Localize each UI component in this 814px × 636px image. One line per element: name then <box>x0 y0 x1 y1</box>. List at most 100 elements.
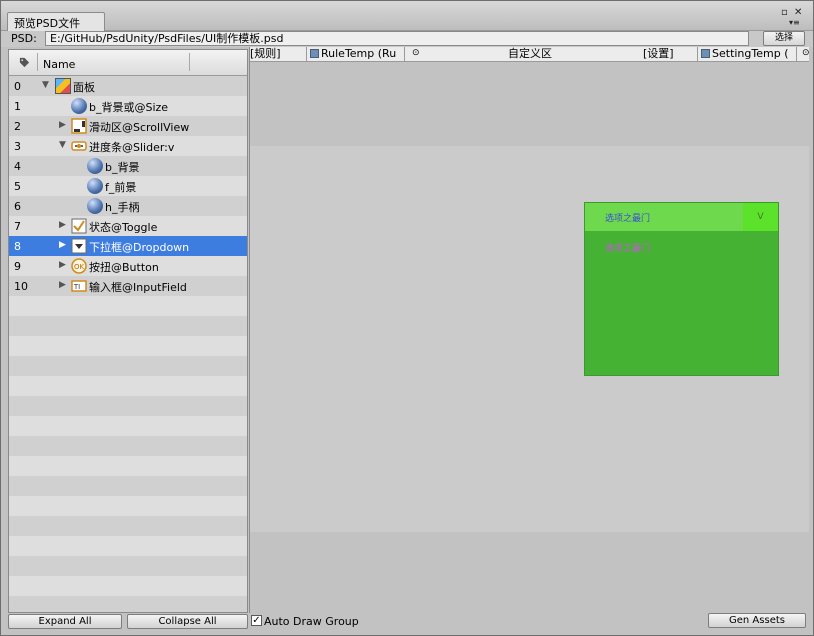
tree-row-label: 状态@Toggle <box>89 221 158 234</box>
expand-arrow-icon[interactable]: ▼ <box>59 140 66 150</box>
toolbar-separator <box>796 47 797 61</box>
close-icon[interactable]: ✕ <box>794 7 802 18</box>
expand-all-button[interactable]: Expand All <box>8 614 122 629</box>
row-index: 0 <box>14 80 21 93</box>
dropdown-caption: 选项之最门 <box>605 214 651 224</box>
tree-row-slider-handle[interactable]: 6 h_手柄 <box>9 196 247 216</box>
empty-row <box>9 496 247 516</box>
setting-template-label: SettingTemp ( <box>712 47 789 60</box>
sphere-icon <box>87 198 103 214</box>
psd-label: PSD: <box>11 32 37 45</box>
row-index: 10 <box>14 280 28 293</box>
row-index: 3 <box>14 140 21 153</box>
tree-row-inputfield[interactable]: 10 ▶ TI 输入框@InputField <box>9 276 247 296</box>
tree-row-slider[interactable]: 3 ▼ 进度条@Slider:v <box>9 136 247 156</box>
tree-row-panel[interactable]: 0 ▼ 面板 <box>9 76 247 96</box>
tree-row-toggle[interactable]: 7 ▶ 状态@Toggle <box>9 216 247 236</box>
cube-icon <box>55 78 71 94</box>
empty-row <box>9 396 247 416</box>
empty-row <box>9 436 247 456</box>
settings-label: [设置] <box>643 47 674 60</box>
sphere-icon <box>87 178 103 194</box>
empty-row <box>9 316 247 336</box>
checkbox-icon <box>71 218 87 234</box>
row-index: 8 <box>14 240 21 253</box>
tree-row-dropdown[interactable]: 8 ▶ 下拉框@Dropdown <box>9 236 247 256</box>
scriptable-object-icon <box>310 49 319 58</box>
row-index: 9 <box>14 260 21 273</box>
expand-arrow-icon[interactable]: ▶ <box>59 220 66 230</box>
object-picker-icon[interactable]: ⊙ <box>802 47 809 61</box>
tree-row-label: 下拉框@Dropdown <box>89 241 190 254</box>
column-separator[interactable] <box>37 53 38 71</box>
tree-row-label: 按扭@Button <box>89 261 159 274</box>
tree-row-size[interactable]: 1 b_背景或@Size <box>9 96 247 116</box>
dropdown-preview[interactable]: 选项之最门 V 选项之最门 <box>584 202 779 376</box>
empty-row <box>9 296 247 316</box>
row-index: 1 <box>14 100 21 113</box>
object-picker-icon[interactable]: ⊙ <box>412 47 420 61</box>
expand-arrow-icon[interactable]: ▶ <box>59 260 66 270</box>
expand-arrow-icon[interactable]: ▼ <box>42 80 49 90</box>
tree-row-label: b_背景或@Size <box>89 101 169 114</box>
row-index: 4 <box>14 160 21 173</box>
custom-area-label: 自定义区 <box>508 47 552 60</box>
tag-icon[interactable] <box>19 57 30 68</box>
name-column-header[interactable]: Name <box>43 58 75 71</box>
tree-row-label: b_背景 <box>105 161 140 174</box>
rule-template-label: RuleTemp (Ru <box>321 47 397 60</box>
menu-icon[interactable]: ▾≡ <box>789 18 800 27</box>
inputfield-icon: TI <box>71 280 87 292</box>
select-button[interactable]: 选择 <box>763 31 805 46</box>
tree-row-slider-bg[interactable]: 4 b_背景 <box>9 156 247 176</box>
expand-arrow-icon[interactable]: ▶ <box>59 280 66 290</box>
tree-row-label: 滑动区@ScrollView <box>89 121 190 134</box>
tree-row-label: f_前景 <box>105 181 137 194</box>
row-index: 2 <box>14 120 21 133</box>
layer-tree-panel: Name 0 ▼ 面板 1 b_背景或@Size 2 ▶ 滑动区@ScrollV… <box>8 49 248 613</box>
sphere-icon <box>87 158 103 174</box>
tree-row-button[interactable]: 9 ▶ OK 按扭@Button <box>9 256 247 276</box>
auto-draw-group-label: Auto Draw Group <box>264 615 359 628</box>
tree-header: Name <box>9 50 247 76</box>
column-separator[interactable] <box>189 53 190 71</box>
svg-text:OK: OK <box>74 263 85 271</box>
psd-preview-window: 预览PSD文件 ▫ ✕ ▾≡ PSD: E:/GitHub/PsdUnity/P… <box>0 0 814 636</box>
row-index: 5 <box>14 180 21 193</box>
tree-buttons: Expand All Collapse All <box>8 614 248 630</box>
toolbar-separator <box>697 47 698 61</box>
psd-preview-canvas[interactable]: 选项之最门 V 选项之最门 <box>250 146 809 532</box>
tree-row-label: 面板 <box>73 81 95 94</box>
rule-template-field[interactable]: RuleTemp (Ru <box>310 47 402 61</box>
empty-row <box>9 556 247 576</box>
toolbar-separator <box>306 47 307 61</box>
rule-label: [规则] <box>250 47 281 60</box>
tree-row-scrollview[interactable]: 2 ▶ 滑动区@ScrollView <box>9 116 247 136</box>
scriptable-object-icon <box>701 49 710 58</box>
window-titlebar: 预览PSD文件 ▫ ✕ ▾≡ <box>1 1 813 32</box>
expand-arrow-icon[interactable]: ▶ <box>59 120 66 130</box>
psd-path-field[interactable]: E:/GitHub/PsdUnity/PsdFiles/UI制作模板.psd <box>45 31 749 46</box>
svg-text:TI: TI <box>73 283 80 291</box>
tree-row-slider-fg[interactable]: 5 f_前景 <box>9 176 247 196</box>
row-index: 7 <box>14 220 21 233</box>
gen-assets-button[interactable]: Gen Assets <box>708 613 806 628</box>
empty-row <box>9 476 247 496</box>
tree-row-label: 输入框@InputField <box>89 281 187 294</box>
tree-row-label: h_手柄 <box>105 201 140 214</box>
dropdown-preview-header: 选项之最门 V <box>585 203 778 231</box>
empty-row <box>9 376 247 396</box>
maximize-icon[interactable]: ▫ <box>781 7 788 18</box>
psd-path-bar: PSD: E:/GitHub/PsdUnity/PsdFiles/UI制作模板.… <box>1 31 813 47</box>
tree-row-label: 进度条@Slider:v <box>89 141 175 154</box>
empty-row <box>9 596 247 612</box>
auto-draw-group-checkbox[interactable]: ✓ <box>251 615 262 626</box>
expand-arrow-icon[interactable]: ▶ <box>59 240 66 250</box>
slider-icon <box>71 141 87 151</box>
collapse-all-button[interactable]: Collapse All <box>127 614 248 629</box>
empty-row <box>9 536 247 556</box>
setting-template-field[interactable]: SettingTemp ( <box>701 47 795 61</box>
empty-row <box>9 576 247 596</box>
empty-row <box>9 356 247 376</box>
tab-preview-psd[interactable]: 预览PSD文件 <box>7 12 105 32</box>
